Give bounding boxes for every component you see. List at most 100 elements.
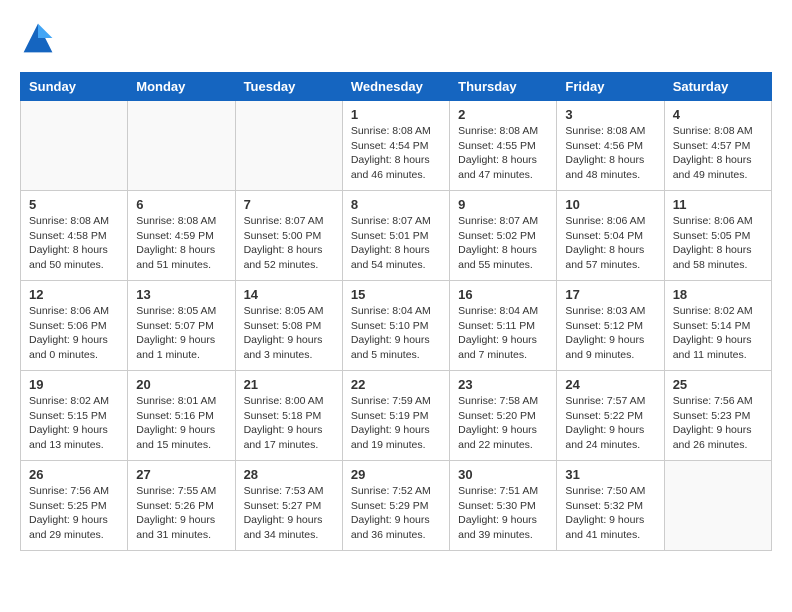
day-info: Sunrise: 8:07 AM Sunset: 5:00 PM Dayligh… bbox=[244, 214, 334, 273]
day-number: 26 bbox=[29, 467, 119, 482]
day-number: 4 bbox=[673, 107, 763, 122]
day-info: Sunrise: 7:53 AM Sunset: 5:27 PM Dayligh… bbox=[244, 484, 334, 543]
weekday-header-row: SundayMondayTuesdayWednesdayThursdayFrid… bbox=[21, 73, 772, 101]
calendar-week-row: 19 Sunrise: 8:02 AM Sunset: 5:15 PM Dayli… bbox=[21, 371, 772, 461]
day-number: 25 bbox=[673, 377, 763, 392]
calendar-cell bbox=[664, 461, 771, 551]
day-info: Sunrise: 8:04 AM Sunset: 5:10 PM Dayligh… bbox=[351, 304, 441, 363]
day-info: Sunrise: 8:08 AM Sunset: 4:55 PM Dayligh… bbox=[458, 124, 548, 183]
calendar-cell: 6 Sunrise: 8:08 AM Sunset: 4:59 PM Daylig… bbox=[128, 191, 235, 281]
calendar-cell: 17 Sunrise: 8:03 AM Sunset: 5:12 PM Dayli… bbox=[557, 281, 664, 371]
day-number: 5 bbox=[29, 197, 119, 212]
day-info: Sunrise: 8:08 AM Sunset: 4:54 PM Dayligh… bbox=[351, 124, 441, 183]
calendar-cell: 14Sunrise: 8:05 AM Sunset: 5:08 PM Dayli… bbox=[235, 281, 342, 371]
day-number: 18 bbox=[673, 287, 763, 302]
calendar-cell: 1 Sunrise: 8:08 AM Sunset: 4:54 PM Daylig… bbox=[342, 101, 449, 191]
day-number: 27 bbox=[136, 467, 226, 482]
weekday-header-sunday: Sunday bbox=[21, 73, 128, 101]
day-number: 6 bbox=[136, 197, 226, 212]
day-info: Sunrise: 7:56 AM Sunset: 5:23 PM Dayligh… bbox=[673, 394, 763, 453]
day-number: 15 bbox=[351, 287, 441, 302]
day-info: Sunrise: 8:02 AM Sunset: 5:15 PM Dayligh… bbox=[29, 394, 119, 453]
weekday-header-thursday: Thursday bbox=[450, 73, 557, 101]
day-info: Sunrise: 8:03 AM Sunset: 5:12 PM Dayligh… bbox=[565, 304, 655, 363]
calendar-cell: 24 Sunrise: 7:57 AM Sunset: 5:22 PM Dayli… bbox=[557, 371, 664, 461]
day-number: 22 bbox=[351, 377, 441, 392]
day-info: Sunrise: 8:08 AM Sunset: 4:56 PM Dayligh… bbox=[565, 124, 655, 183]
calendar-week-row: 1 Sunrise: 8:08 AM Sunset: 4:54 PM Daylig… bbox=[21, 101, 772, 191]
day-info: Sunrise: 7:56 AM Sunset: 5:25 PM Dayligh… bbox=[29, 484, 119, 543]
calendar-cell: 15 Sunrise: 8:04 AM Sunset: 5:10 PM Dayli… bbox=[342, 281, 449, 371]
calendar-cell: 30 Sunrise: 7:51 AM Sunset: 5:30 PM Dayli… bbox=[450, 461, 557, 551]
weekday-header-tuesday: Tuesday bbox=[235, 73, 342, 101]
day-number: 14 bbox=[244, 287, 334, 302]
day-info: Sunrise: 8:06 AM Sunset: 5:04 PM Dayligh… bbox=[565, 214, 655, 273]
calendar-cell: 29 Sunrise: 7:52 AM Sunset: 5:29 PM Dayli… bbox=[342, 461, 449, 551]
page-header bbox=[20, 20, 772, 56]
calendar-week-row: 12 Sunrise: 8:06 AM Sunset: 5:06 PM Dayli… bbox=[21, 281, 772, 371]
logo bbox=[20, 20, 60, 56]
calendar-cell: 12 Sunrise: 8:06 AM Sunset: 5:06 PM Dayli… bbox=[21, 281, 128, 371]
day-number: 3 bbox=[565, 107, 655, 122]
calendar-cell: 16 Sunrise: 8:04 AM Sunset: 5:11 PM Dayli… bbox=[450, 281, 557, 371]
weekday-header-saturday: Saturday bbox=[664, 73, 771, 101]
day-info: Sunrise: 8:01 AM Sunset: 5:16 PM Dayligh… bbox=[136, 394, 226, 453]
day-info: Sunrise: 7:57 AM Sunset: 5:22 PM Dayligh… bbox=[565, 394, 655, 453]
day-number: 30 bbox=[458, 467, 548, 482]
day-info: Sunrise: 8:06 AM Sunset: 5:06 PM Dayligh… bbox=[29, 304, 119, 363]
day-number: 13 bbox=[136, 287, 226, 302]
day-info: Sunrise: 8:08 AM Sunset: 4:58 PM Dayligh… bbox=[29, 214, 119, 273]
calendar-cell: 10 Sunrise: 8:06 AM Sunset: 5:04 PM Dayli… bbox=[557, 191, 664, 281]
day-info: Sunrise: 8:07 AM Sunset: 5:02 PM Dayligh… bbox=[458, 214, 548, 273]
calendar-week-row: 5 Sunrise: 8:08 AM Sunset: 4:58 PM Daylig… bbox=[21, 191, 772, 281]
calendar-body: 1 Sunrise: 8:08 AM Sunset: 4:54 PM Daylig… bbox=[21, 101, 772, 551]
day-info: Sunrise: 7:55 AM Sunset: 5:26 PM Dayligh… bbox=[136, 484, 226, 543]
calendar-cell: 2 Sunrise: 8:08 AM Sunset: 4:55 PM Daylig… bbox=[450, 101, 557, 191]
calendar-header: SundayMondayTuesdayWednesdayThursdayFrid… bbox=[21, 73, 772, 101]
calendar-cell: 18 Sunrise: 8:02 AM Sunset: 5:14 PM Dayli… bbox=[664, 281, 771, 371]
logo-icon bbox=[20, 20, 56, 56]
day-info: Sunrise: 8:00 AM Sunset: 5:18 PM Dayligh… bbox=[244, 394, 334, 453]
day-number: 1 bbox=[351, 107, 441, 122]
calendar-cell: 8Sunrise: 8:07 AM Sunset: 5:01 PM Daylig… bbox=[342, 191, 449, 281]
day-info: Sunrise: 8:08 AM Sunset: 4:59 PM Dayligh… bbox=[136, 214, 226, 273]
calendar-cell: 23Sunrise: 7:58 AM Sunset: 5:20 PM Dayli… bbox=[450, 371, 557, 461]
calendar-week-row: 26 Sunrise: 7:56 AM Sunset: 5:25 PM Dayli… bbox=[21, 461, 772, 551]
calendar-cell: 5 Sunrise: 8:08 AM Sunset: 4:58 PM Daylig… bbox=[21, 191, 128, 281]
day-number: 12 bbox=[29, 287, 119, 302]
calendar-cell: 11 Sunrise: 8:06 AM Sunset: 5:05 PM Dayli… bbox=[664, 191, 771, 281]
day-number: 8 bbox=[351, 197, 441, 212]
day-number: 2 bbox=[458, 107, 548, 122]
calendar-cell: 27 Sunrise: 7:55 AM Sunset: 5:26 PM Dayli… bbox=[128, 461, 235, 551]
day-number: 16 bbox=[458, 287, 548, 302]
day-info: Sunrise: 7:52 AM Sunset: 5:29 PM Dayligh… bbox=[351, 484, 441, 543]
day-number: 10 bbox=[565, 197, 655, 212]
day-number: 20 bbox=[136, 377, 226, 392]
day-info: Sunrise: 8:02 AM Sunset: 5:14 PM Dayligh… bbox=[673, 304, 763, 363]
day-number: 19 bbox=[29, 377, 119, 392]
calendar-cell: 26 Sunrise: 7:56 AM Sunset: 5:25 PM Dayli… bbox=[21, 461, 128, 551]
day-number: 21 bbox=[244, 377, 334, 392]
calendar-cell: 19 Sunrise: 8:02 AM Sunset: 5:15 PM Dayli… bbox=[21, 371, 128, 461]
day-info: Sunrise: 8:04 AM Sunset: 5:11 PM Dayligh… bbox=[458, 304, 548, 363]
day-info: Sunrise: 7:58 AM Sunset: 5:20 PM Dayligh… bbox=[458, 394, 548, 453]
day-number: 29 bbox=[351, 467, 441, 482]
day-number: 17 bbox=[565, 287, 655, 302]
calendar-cell: 7 Sunrise: 8:07 AM Sunset: 5:00 PM Daylig… bbox=[235, 191, 342, 281]
weekday-header-monday: Monday bbox=[128, 73, 235, 101]
day-number: 24 bbox=[565, 377, 655, 392]
weekday-header-friday: Friday bbox=[557, 73, 664, 101]
calendar-cell: 9Sunrise: 8:07 AM Sunset: 5:02 PM Daylig… bbox=[450, 191, 557, 281]
day-info: Sunrise: 8:05 AM Sunset: 5:07 PM Dayligh… bbox=[136, 304, 226, 363]
calendar-cell: 4 Sunrise: 8:08 AM Sunset: 4:57 PM Daylig… bbox=[664, 101, 771, 191]
day-info: Sunrise: 7:51 AM Sunset: 5:30 PM Dayligh… bbox=[458, 484, 548, 543]
day-info: Sunrise: 8:06 AM Sunset: 5:05 PM Dayligh… bbox=[673, 214, 763, 273]
day-info: Sunrise: 8:08 AM Sunset: 4:57 PM Dayligh… bbox=[673, 124, 763, 183]
day-number: 11 bbox=[673, 197, 763, 212]
calendar-cell bbox=[128, 101, 235, 191]
calendar-cell: 28Sunrise: 7:53 AM Sunset: 5:27 PM Dayli… bbox=[235, 461, 342, 551]
day-number: 31 bbox=[565, 467, 655, 482]
calendar-cell: 21 Sunrise: 8:00 AM Sunset: 5:18 PM Dayli… bbox=[235, 371, 342, 461]
day-number: 7 bbox=[244, 197, 334, 212]
calendar-cell: 3 Sunrise: 8:08 AM Sunset: 4:56 PM Daylig… bbox=[557, 101, 664, 191]
